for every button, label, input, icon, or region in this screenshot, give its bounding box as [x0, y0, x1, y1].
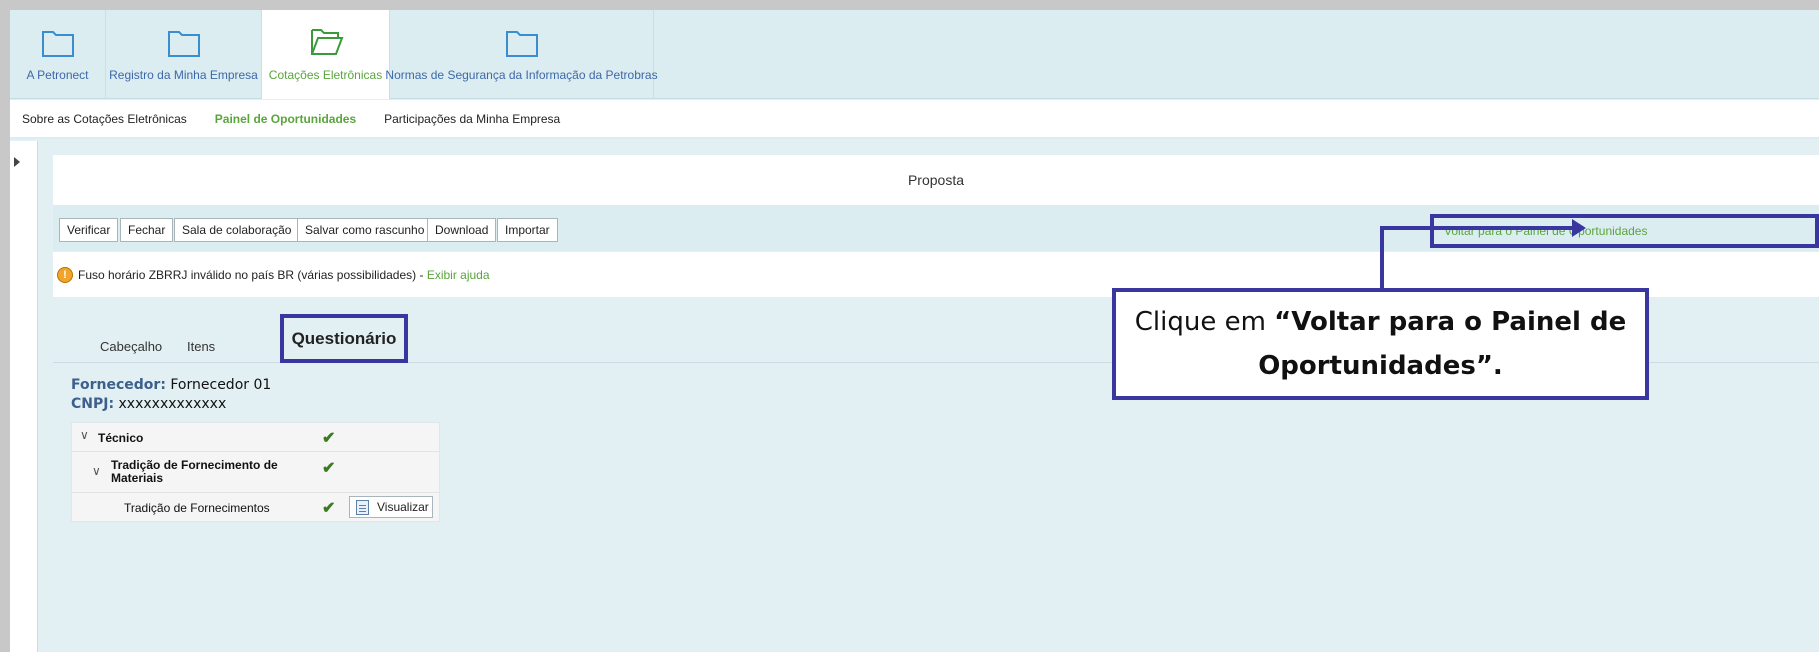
sala-colaboracao-button[interactable]: Sala de colaboração [174, 218, 300, 242]
tree-row-tradicao-materiais[interactable]: ∨ Tradição de Fornecimento de Materiais … [72, 452, 439, 493]
instruction-callout: Clique em “Voltar para o Painel de Oport… [1112, 288, 1649, 400]
folder-icon [41, 31, 74, 57]
folder-open-icon [310, 29, 343, 55]
folder-icon [167, 31, 200, 57]
message-text: Fuso horário ZBRRJ inválido no país BR (… [78, 267, 424, 282]
page-title: Proposta [53, 155, 1819, 205]
tab-questionario[interactable]: Questionário [280, 314, 408, 363]
download-button[interactable]: Download [427, 218, 497, 242]
exibir-ajuda-link[interactable]: Exibir ajuda [427, 268, 490, 282]
callout-arrow-head-icon [1572, 219, 1586, 237]
tree-row-label: Técnico [98, 431, 144, 445]
callout-bold: “Voltar para o Painel de Oportunidades”. [1258, 307, 1627, 381]
supplier-info: Fornecedor: Fornecedor 01 CNPJ: xxxxxxxx… [71, 376, 271, 414]
tab-itens[interactable]: Itens [187, 339, 215, 354]
visualizar-label: Visualizar [377, 500, 429, 514]
folder-icon [505, 31, 538, 57]
check-icon: ✔ [322, 430, 336, 447]
left-collapse-strip [10, 141, 38, 652]
chevron-down-icon[interactable]: ∨ [80, 428, 90, 442]
importar-button[interactable]: Importar [497, 218, 558, 242]
fechar-button[interactable]: Fechar [120, 218, 174, 242]
sub-navigation: Sobre as Cotações Eletrônicas Painel de … [10, 100, 1819, 139]
salvar-rascunho-button[interactable]: Salvar como rascunho [297, 218, 433, 242]
tree-row-tradicao-fornecimentos[interactable]: Tradição de Fornecimentos ✔ Visualizar [72, 493, 439, 521]
application-window: A Petronect Registro da Minha Empresa Co… [10, 10, 1819, 652]
tree-row-tecnico[interactable]: ∨ Técnico ✔ [72, 423, 439, 452]
subnav-participacoes[interactable]: Participações da Minha Empresa [384, 112, 560, 126]
cnpj-label: CNPJ: [71, 396, 115, 412]
fornecedor-value: Fornecedor 01 [170, 377, 272, 393]
nav-tab-normas[interactable]: Normas de Segurança da Informação da Pet… [385, 10, 658, 99]
nav-tab-cotacoes[interactable]: Cotações Eletrônicas [262, 10, 390, 99]
check-icon: ✔ [322, 500, 336, 517]
fornecedor-label: Fornecedor: [71, 377, 166, 393]
nav-tab-a-petronect[interactable]: A Petronect [10, 10, 106, 99]
cnpj-value: xxxxxxxxxxxxx [118, 396, 227, 412]
check-icon: ✔ [322, 460, 336, 477]
callout-prefix: Clique em [1134, 307, 1275, 337]
subnav-painel[interactable]: Painel de Oportunidades [215, 112, 356, 126]
nav-tab-label: Registro da Minha Empresa [109, 68, 258, 82]
subnav-sobre[interactable]: Sobre as Cotações Eletrônicas [22, 112, 187, 126]
tree-row-label: Tradição de Fornecimento de Materiais [111, 458, 278, 485]
callout-arrow-line [1380, 226, 1574, 230]
questionnaire-tree: ∨ Técnico ✔ ∨ Tradição de Fornecimento d… [71, 422, 440, 522]
nav-tab-label: Normas de Segurança da Informação da Pet… [385, 68, 658, 82]
document-icon [356, 499, 369, 515]
voltar-painel-link[interactable]: Voltar para o Painel de Oportunidades [1430, 214, 1819, 248]
visualizar-button[interactable]: Visualizar [349, 496, 433, 518]
warning-icon: ! [57, 266, 73, 283]
expand-arrow-icon[interactable] [14, 157, 20, 167]
nav-tab-registro[interactable]: Registro da Minha Empresa [106, 10, 262, 99]
tab-cabecalho[interactable]: Cabeçalho [100, 339, 162, 354]
top-navigation: A Petronect Registro da Minha Empresa Co… [10, 10, 1819, 99]
tree-row-label: Tradição de Fornecimentos [124, 501, 270, 515]
verificar-button[interactable]: Verificar [59, 218, 119, 242]
callout-arrow-line [1380, 226, 1384, 288]
nav-tab-label: A Petronect [26, 68, 89, 82]
nav-tab-label: Cotações Eletrônicas [268, 68, 383, 82]
chevron-down-icon[interactable]: ∨ [92, 464, 102, 478]
